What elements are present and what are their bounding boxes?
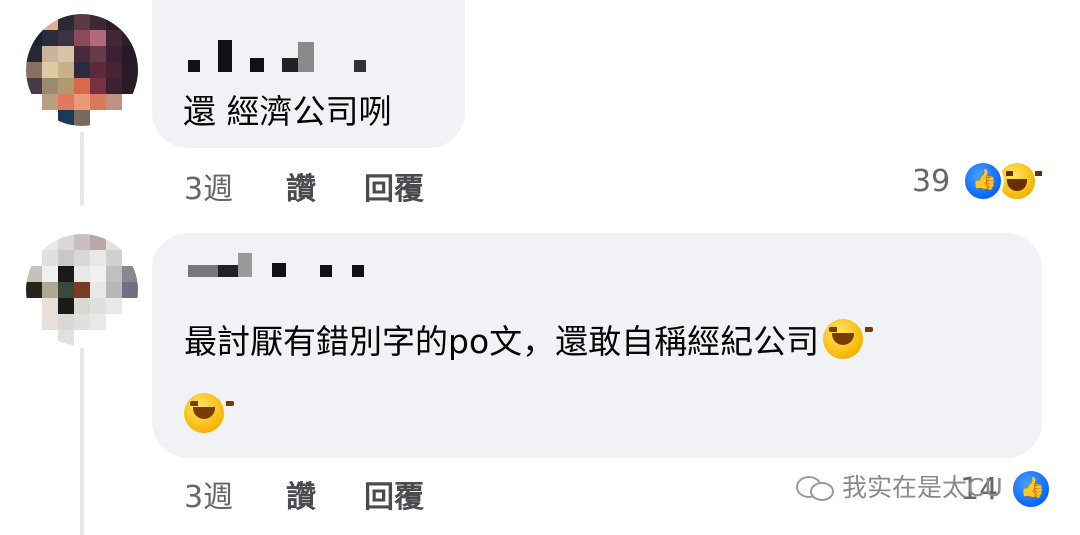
avatar[interactable] bbox=[26, 234, 138, 346]
thread-line bbox=[80, 132, 84, 206]
reaction-count: 39 bbox=[912, 163, 951, 199]
commenter-name-redacted[interactable] bbox=[188, 253, 364, 277]
like-button[interactable]: 讚 bbox=[286, 472, 364, 516]
rolling-on-floor-laughing-icon bbox=[823, 319, 874, 359]
comment-text-line-2 bbox=[184, 393, 234, 438]
comment-bubble: 最討厭有錯別字的po文，還敢自稱經紀公司 bbox=[152, 233, 1042, 458]
comment-text: 還 經濟公司咧 bbox=[183, 92, 392, 131]
reaction-summary[interactable]: 39 bbox=[912, 160, 1043, 202]
reply-button[interactable]: 回覆 bbox=[364, 472, 424, 516]
like-icon bbox=[962, 160, 1005, 202]
comment-text: 最討厭有錯別字的po文，還敢自稱經紀公司 bbox=[184, 319, 874, 364]
avatar[interactable] bbox=[26, 14, 138, 126]
comment-bubble: 還 經濟公司咧 bbox=[152, 0, 465, 148]
rolling-on-floor-laughing-icon bbox=[184, 393, 234, 433]
comment-text-content: 最討厭有錯別字的po文，還敢自稱經紀公司 bbox=[184, 322, 820, 361]
comment-actions: 3週 讚 回覆 bbox=[184, 472, 424, 516]
watermark: 我实在是太CU bbox=[796, 468, 1003, 504]
commenter-name-redacted[interactable] bbox=[188, 40, 366, 72]
comment-actions: 3週 讚 回覆 bbox=[184, 164, 424, 208]
watermark-text: 我实在是太CU bbox=[842, 473, 1003, 502]
wechat-icon bbox=[796, 472, 836, 501]
like-button[interactable]: 讚 bbox=[286, 164, 364, 208]
reply-button[interactable]: 回覆 bbox=[364, 164, 424, 208]
comment-timestamp[interactable]: 3週 bbox=[184, 472, 286, 516]
thread-line bbox=[80, 348, 84, 535]
comment-timestamp[interactable]: 3週 bbox=[184, 164, 286, 208]
like-icon bbox=[1010, 468, 1053, 510]
